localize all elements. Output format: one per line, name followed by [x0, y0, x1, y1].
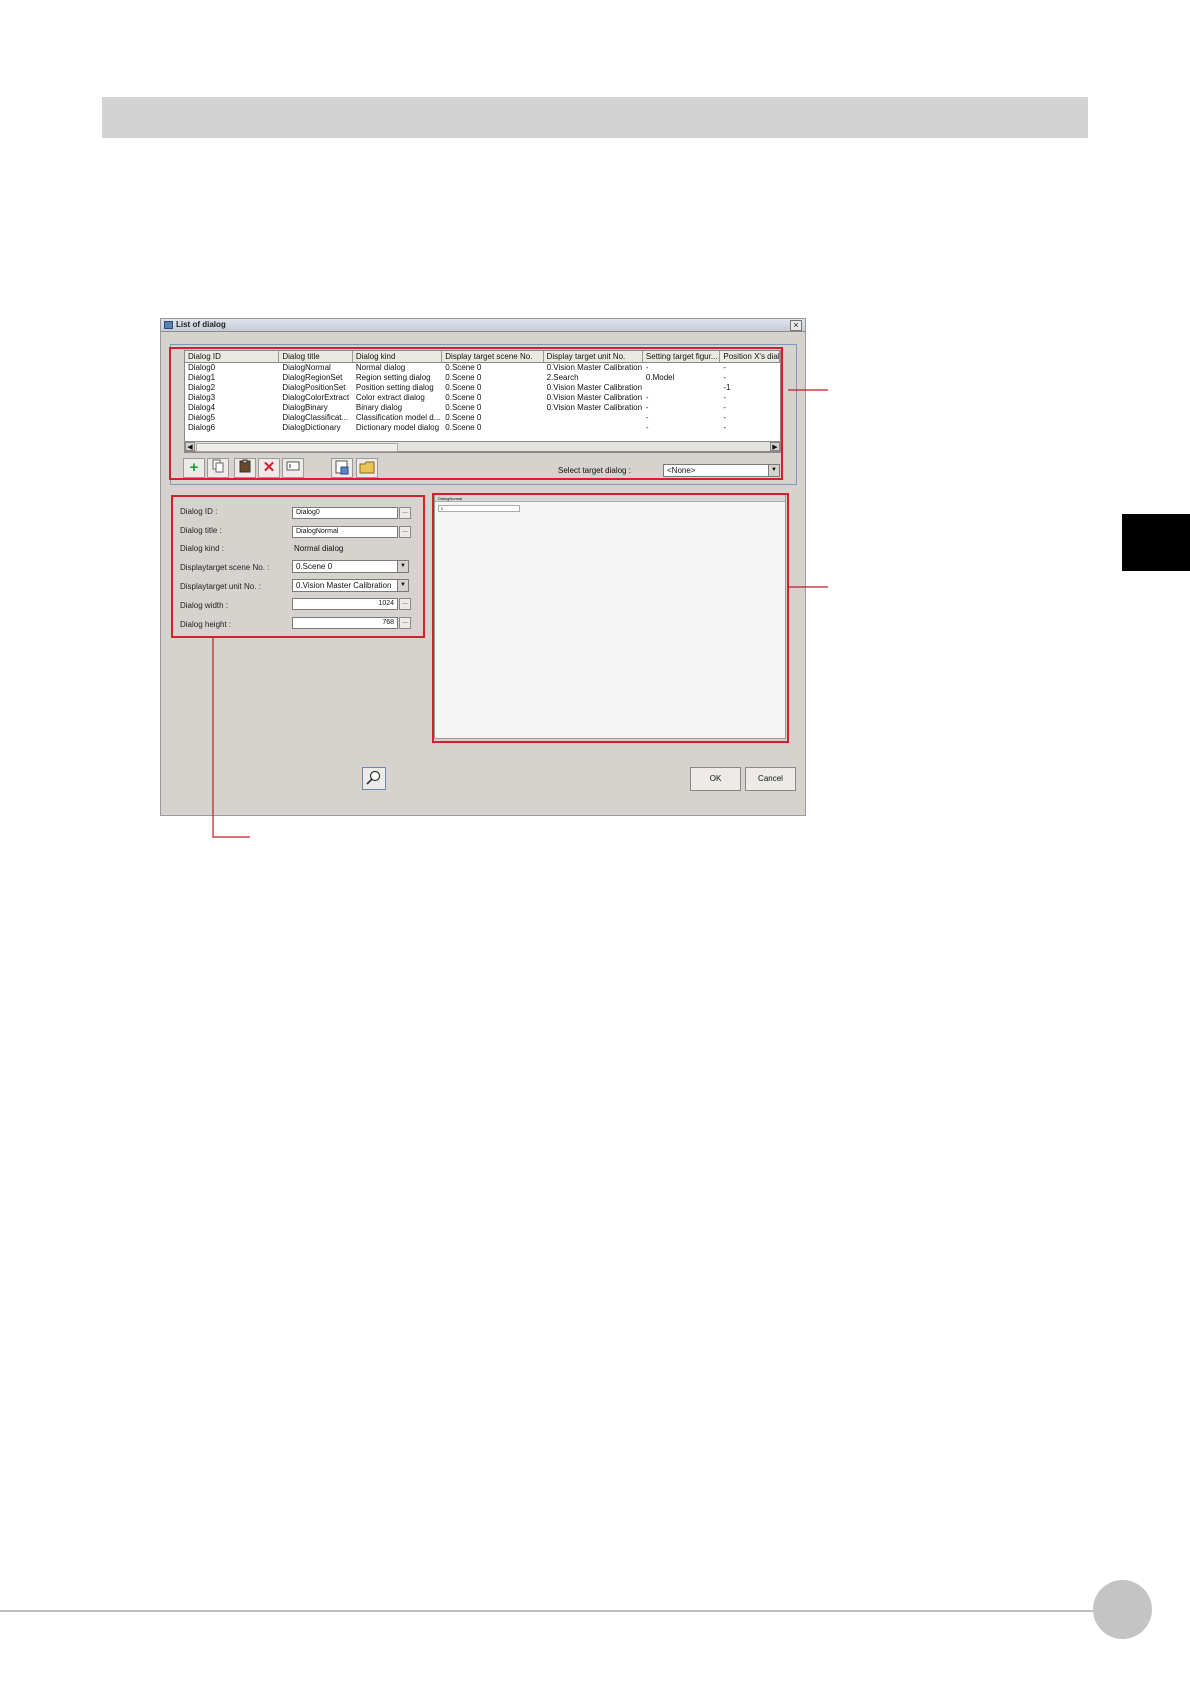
- page-number-badge: [1093, 1580, 1152, 1639]
- connector-line-properties: [212, 636, 250, 838]
- callout-connectors: [212, 389, 828, 838]
- footer-rule: [0, 1610, 1100, 1612]
